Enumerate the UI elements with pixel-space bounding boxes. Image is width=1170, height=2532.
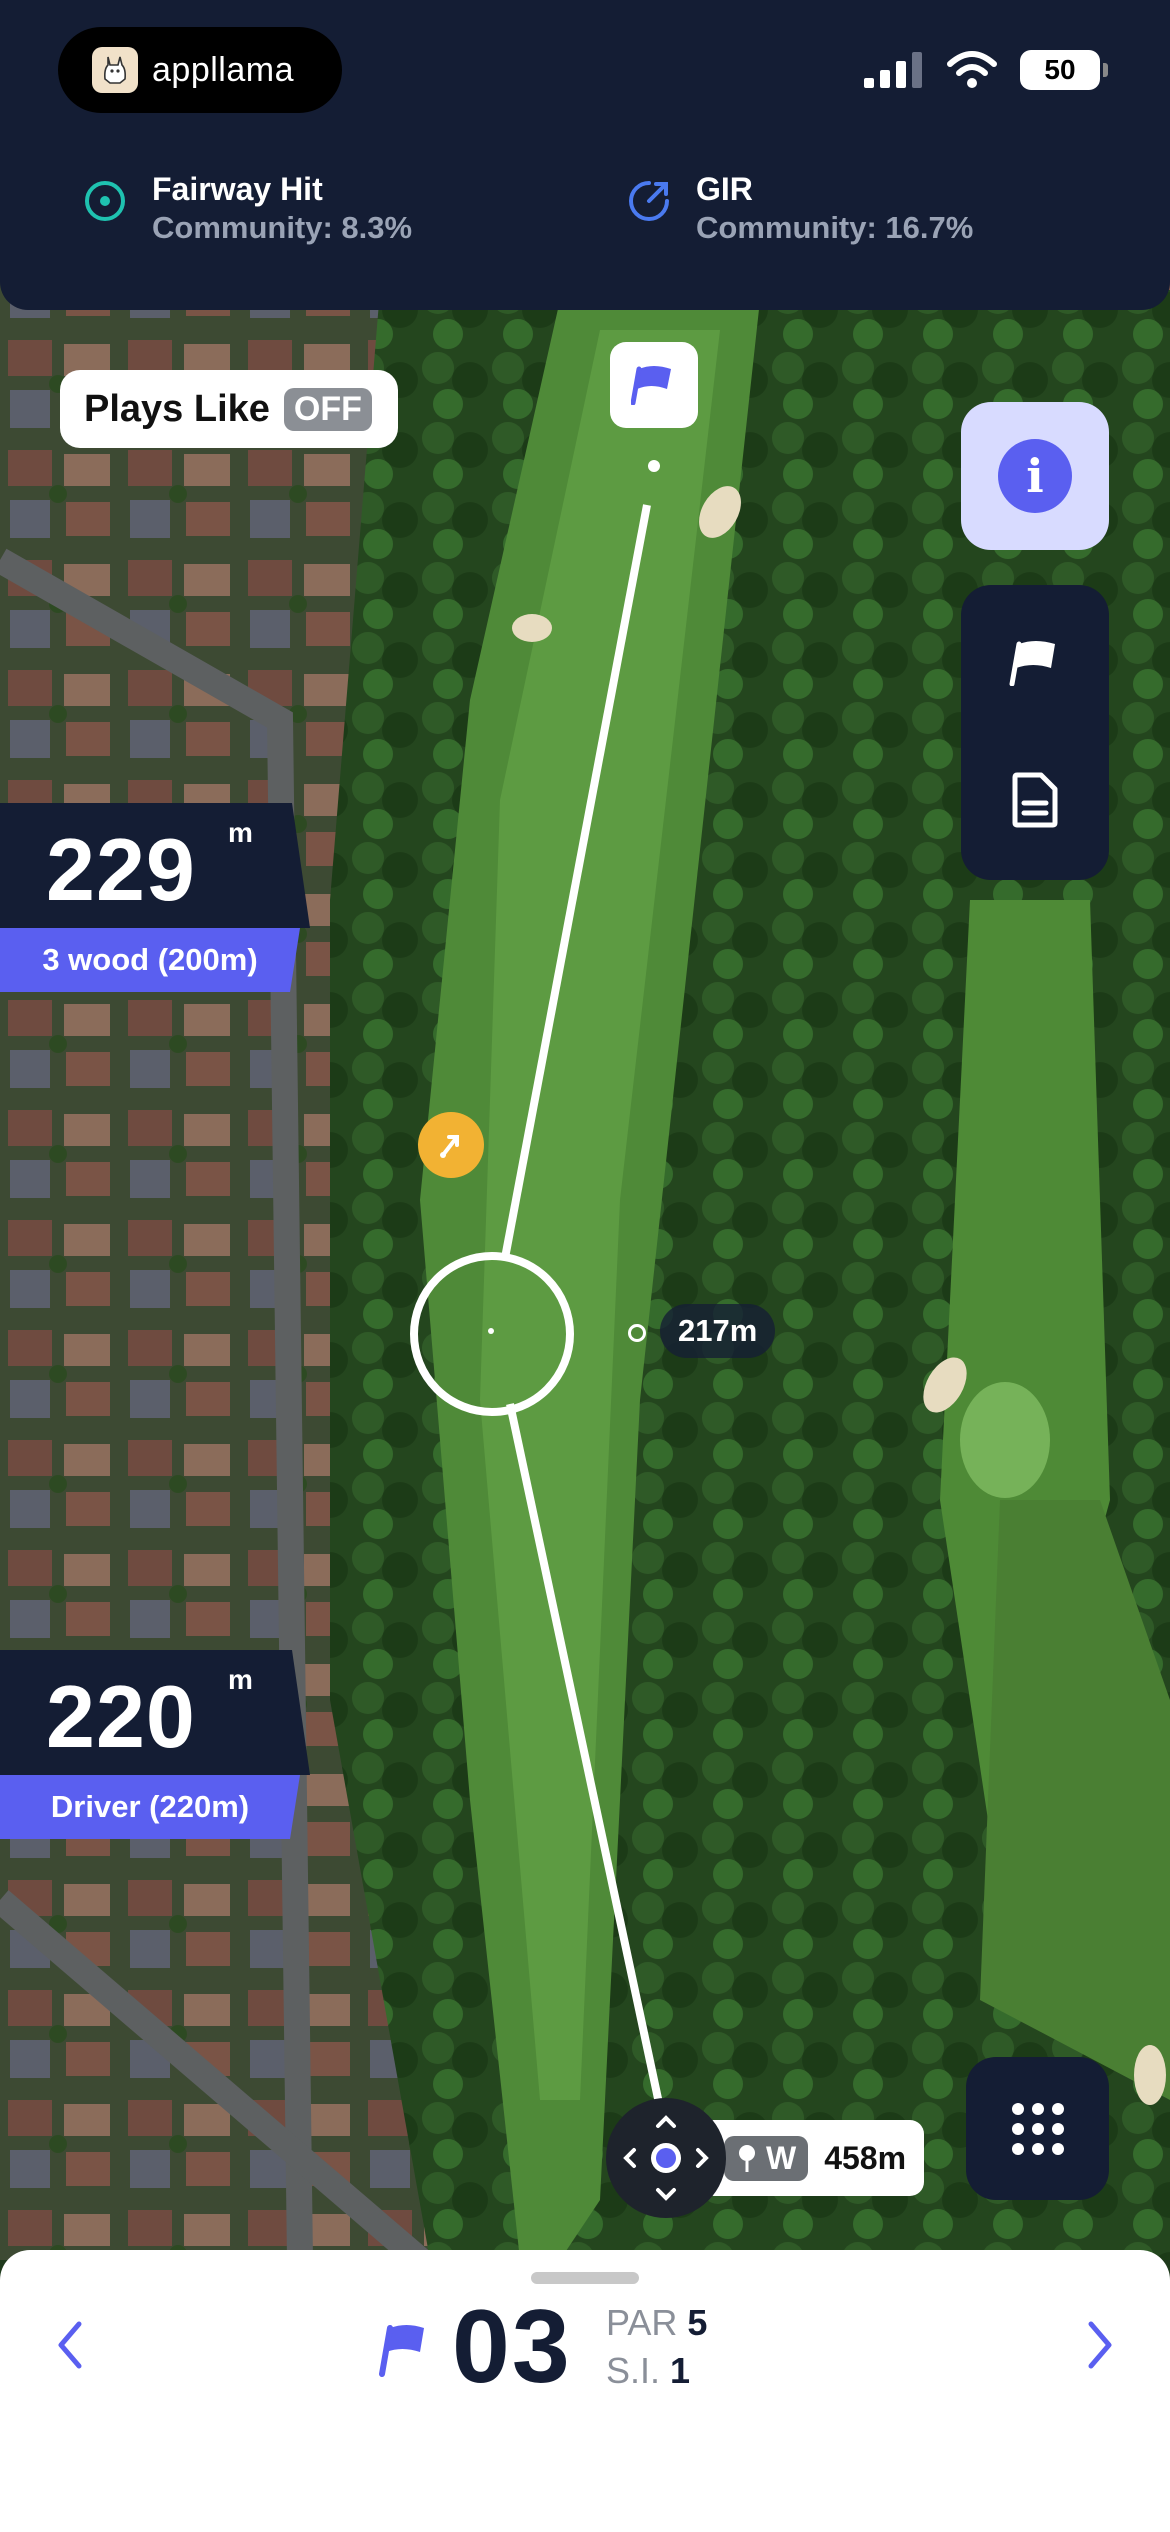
distance-card-front[interactable]: 229 m 3 wood (200m) <box>0 803 310 992</box>
wind-badge: W <box>724 2135 809 2181</box>
menu-grid-button[interactable] <box>966 2057 1109 2200</box>
wifi-icon <box>947 51 997 88</box>
grid-icon <box>1011 2102 1064 2155</box>
si-label: S.I. <box>606 2350 661 2391</box>
plays-like-state: OFF <box>283 387 372 431</box>
flag-icon <box>1009 641 1055 686</box>
hazard-icon <box>440 1135 459 1158</box>
brand-badge: appllama <box>58 27 342 113</box>
club-suggestion: 3 wood (200m) <box>0 928 300 992</box>
llama-logo-icon <box>92 47 138 93</box>
pin-icon <box>739 2145 755 2172</box>
aim-target[interactable] <box>410 1252 574 1416</box>
wind-direction: W <box>766 2139 797 2176</box>
chevron-left-icon <box>58 2321 82 2369</box>
stat-subtitle: Community: 8.3% <box>152 210 413 245</box>
tee-distance: 458m <box>824 2139 907 2176</box>
sheet-handle[interactable] <box>531 2272 639 2284</box>
satellite-view <box>0 0 1170 2260</box>
plays-like-toggle[interactable]: Plays Like OFF <box>60 370 398 448</box>
si-value: 1 <box>670 2350 691 2391</box>
stat-subtitle: Community: 16.7% <box>696 210 974 245</box>
course-map[interactable] <box>0 0 1170 2260</box>
status-bar: 50 <box>864 50 1108 90</box>
hazard-marker[interactable] <box>418 1112 484 1178</box>
hole-sheet: 03 PAR 5 S.I. 1 <box>0 2250 1170 2532</box>
document-icon <box>1012 772 1058 828</box>
distance-value: 220 <box>46 1667 196 1766</box>
info-button[interactable]: i <box>961 402 1109 550</box>
tee-info[interactable]: W 458m <box>700 2120 924 2196</box>
gir-stat: GIR Community: 16.7% <box>626 170 973 248</box>
info-icon: i <box>998 439 1072 513</box>
stat-title: Fairway Hit <box>152 171 323 207</box>
hole-number: 03 <box>452 2289 572 2405</box>
flag-tool-button[interactable] <box>1005 633 1065 693</box>
scorecard-button[interactable] <box>1005 770 1065 830</box>
hole-stroke-index: S.I. 1 <box>606 2350 690 2392</box>
signal-icon <box>864 52 922 88</box>
distance-unit: m <box>228 817 253 848</box>
fairway-hit-stat: Fairway Hit Community: 8.3% <box>82 170 412 248</box>
hole-par: PAR 5 <box>606 2302 707 2344</box>
flag-icon <box>379 2325 424 2377</box>
move-icon <box>623 2115 709 2201</box>
chevron-right-icon <box>1088 2321 1112 2369</box>
aim-point <box>488 1328 494 1334</box>
plays-like-label: Plays Like <box>84 387 270 430</box>
flag-icon <box>631 366 671 405</box>
distance-card-tee[interactable]: 220 m Driver (220m) <box>0 1650 310 1839</box>
distance-unit: m <box>228 1664 253 1695</box>
par-value: 5 <box>687 2302 708 2343</box>
par-label: PAR <box>606 2302 678 2343</box>
stat-title: GIR <box>696 171 753 207</box>
next-hole-button[interactable] <box>1070 2310 1130 2380</box>
battery-indicator: 50 <box>1020 50 1108 90</box>
target-distance-label: 217m <box>660 1304 776 1358</box>
target-icon <box>85 181 125 221</box>
distance-marker-icon <box>628 1324 646 1342</box>
position-joystick[interactable] <box>606 2098 726 2218</box>
gauge-icon <box>629 181 669 221</box>
top-panel: appllama 50 Fairway Hit Community: 8.3% <box>0 0 1170 310</box>
previous-hole-button[interactable] <box>40 2310 100 2380</box>
brand-name: appllama <box>152 50 294 89</box>
tool-panel <box>961 585 1109 880</box>
club-suggestion: Driver (220m) <box>0 1775 300 1839</box>
distance-value: 229 <box>46 820 196 919</box>
pin-marker[interactable] <box>610 342 698 428</box>
